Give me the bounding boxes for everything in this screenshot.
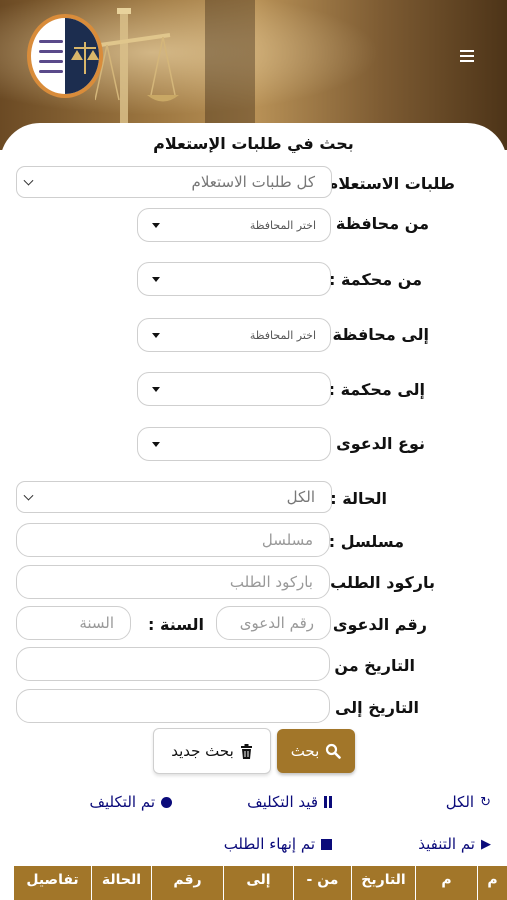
search-button[interactable]: بحث: [277, 729, 355, 773]
table-header-cell: رقم: [151, 866, 223, 900]
filter-all-label: الكل: [445, 793, 475, 811]
search-button-label: بحث: [290, 742, 320, 760]
to-court-label: إلى محكمة :: [328, 380, 425, 399]
year-input[interactable]: السنة: [16, 606, 131, 640]
logo-scale-icon: [71, 42, 99, 74]
serial-label: مسلسل :: [328, 532, 404, 551]
request-type-select[interactable]: كل طلبات الاستعلام: [16, 166, 332, 198]
caret-down-icon: [152, 277, 160, 282]
serial-input[interactable]: مسلسل: [16, 523, 330, 557]
pause-icon: [324, 796, 332, 808]
refresh-icon: ↻: [480, 794, 491, 810]
serial-placeholder: مسلسل: [261, 531, 313, 549]
status-label: الحالة :: [330, 489, 387, 508]
filter-executed[interactable]: ▶ تم التنفيذ: [418, 835, 491, 853]
filter-assigned[interactable]: تم التكليف: [89, 793, 172, 811]
filter-executed-label: تم التنفيذ: [418, 835, 475, 853]
stop-icon: [321, 838, 332, 850]
case-type-label: نوع الدعوى :: [324, 434, 425, 453]
table-header-cell: الحالة: [91, 866, 151, 900]
caret-down-icon: [152, 333, 160, 338]
request-type-value: كل طلبات الاستعلام: [191, 173, 315, 191]
barcode-placeholder: باركود الطلب: [229, 573, 313, 591]
barcode-input[interactable]: باركود الطلب: [16, 565, 330, 599]
page-title: بحث في طلبات الإستعلام: [153, 134, 354, 153]
from-court-select[interactable]: [137, 262, 331, 296]
results-table-header: م م التاريخ من - إلى رقم الحالة تفاصيل: [13, 866, 507, 900]
filter-assigned-label: تم التكليف: [89, 793, 156, 811]
case-number-input[interactable]: رقم الدعوى: [216, 606, 331, 640]
date-to-label: التاريخ إلى :: [323, 698, 419, 717]
chevron-down-icon: [23, 490, 34, 501]
to-governorate-select[interactable]: اختر المحافظة: [137, 318, 331, 352]
filter-all[interactable]: ↻ الكل: [446, 793, 491, 811]
play-icon: ▶: [481, 836, 491, 852]
to-governorate-value: اختر المحافظة: [249, 328, 316, 342]
date-from-label: التاريخ من :: [322, 656, 415, 675]
table-header-cell: م: [477, 866, 507, 900]
trash-icon: [240, 743, 252, 759]
from-governorate-label: من محافظة :: [323, 214, 429, 233]
request-type-label: طلبات الاستعلام:: [320, 174, 455, 193]
case-number-placeholder: رقم الدعوى: [239, 614, 314, 632]
from-governorate-select[interactable]: اختر المحافظة: [137, 208, 331, 242]
table-header-cell: من -: [293, 866, 351, 900]
to-governorate-label: إلى محافظة :: [320, 325, 429, 344]
caret-down-icon: [152, 442, 160, 447]
table-header-cell: م: [415, 866, 477, 900]
status-value: الكل: [286, 488, 315, 506]
circle-icon: [161, 796, 172, 808]
caret-down-icon: [152, 223, 160, 228]
scale-of-justice-background: [95, 0, 255, 125]
date-to-input[interactable]: [16, 689, 330, 723]
filter-pending-label: قيد التكليف: [247, 793, 318, 811]
filter-finished-label: تم إنهاء الطلب: [223, 835, 315, 853]
from-governorate-value: اختر المحافظة: [249, 218, 316, 232]
case-number-label: رقم الدعوى :: [320, 615, 427, 634]
filter-pending[interactable]: قيد التكليف: [247, 793, 332, 811]
table-header-cell: إلى: [223, 866, 293, 900]
table-header-cell: تفاصيل: [13, 866, 91, 900]
year-label: السنة :: [148, 615, 204, 634]
date-from-input[interactable]: [16, 647, 330, 681]
table-header-cell: التاريخ: [351, 866, 415, 900]
chevron-down-icon: [23, 175, 34, 186]
search-icon: [326, 743, 342, 759]
hamburger-menu-icon[interactable]: [460, 50, 474, 62]
new-search-button-label: بحث جديد: [171, 742, 234, 760]
year-placeholder: السنة: [79, 614, 114, 632]
filter-finished[interactable]: تم إنهاء الطلب: [224, 835, 332, 853]
caret-down-icon: [152, 387, 160, 392]
new-search-button[interactable]: بحث جديد: [153, 728, 271, 774]
logo-icon[interactable]: [27, 14, 103, 98]
case-type-select[interactable]: [137, 427, 331, 461]
status-select[interactable]: الكل: [16, 481, 332, 513]
from-court-label: من محكمة :: [328, 270, 422, 289]
barcode-label: باركود الطلب :: [318, 573, 435, 592]
to-court-select[interactable]: [137, 372, 331, 406]
